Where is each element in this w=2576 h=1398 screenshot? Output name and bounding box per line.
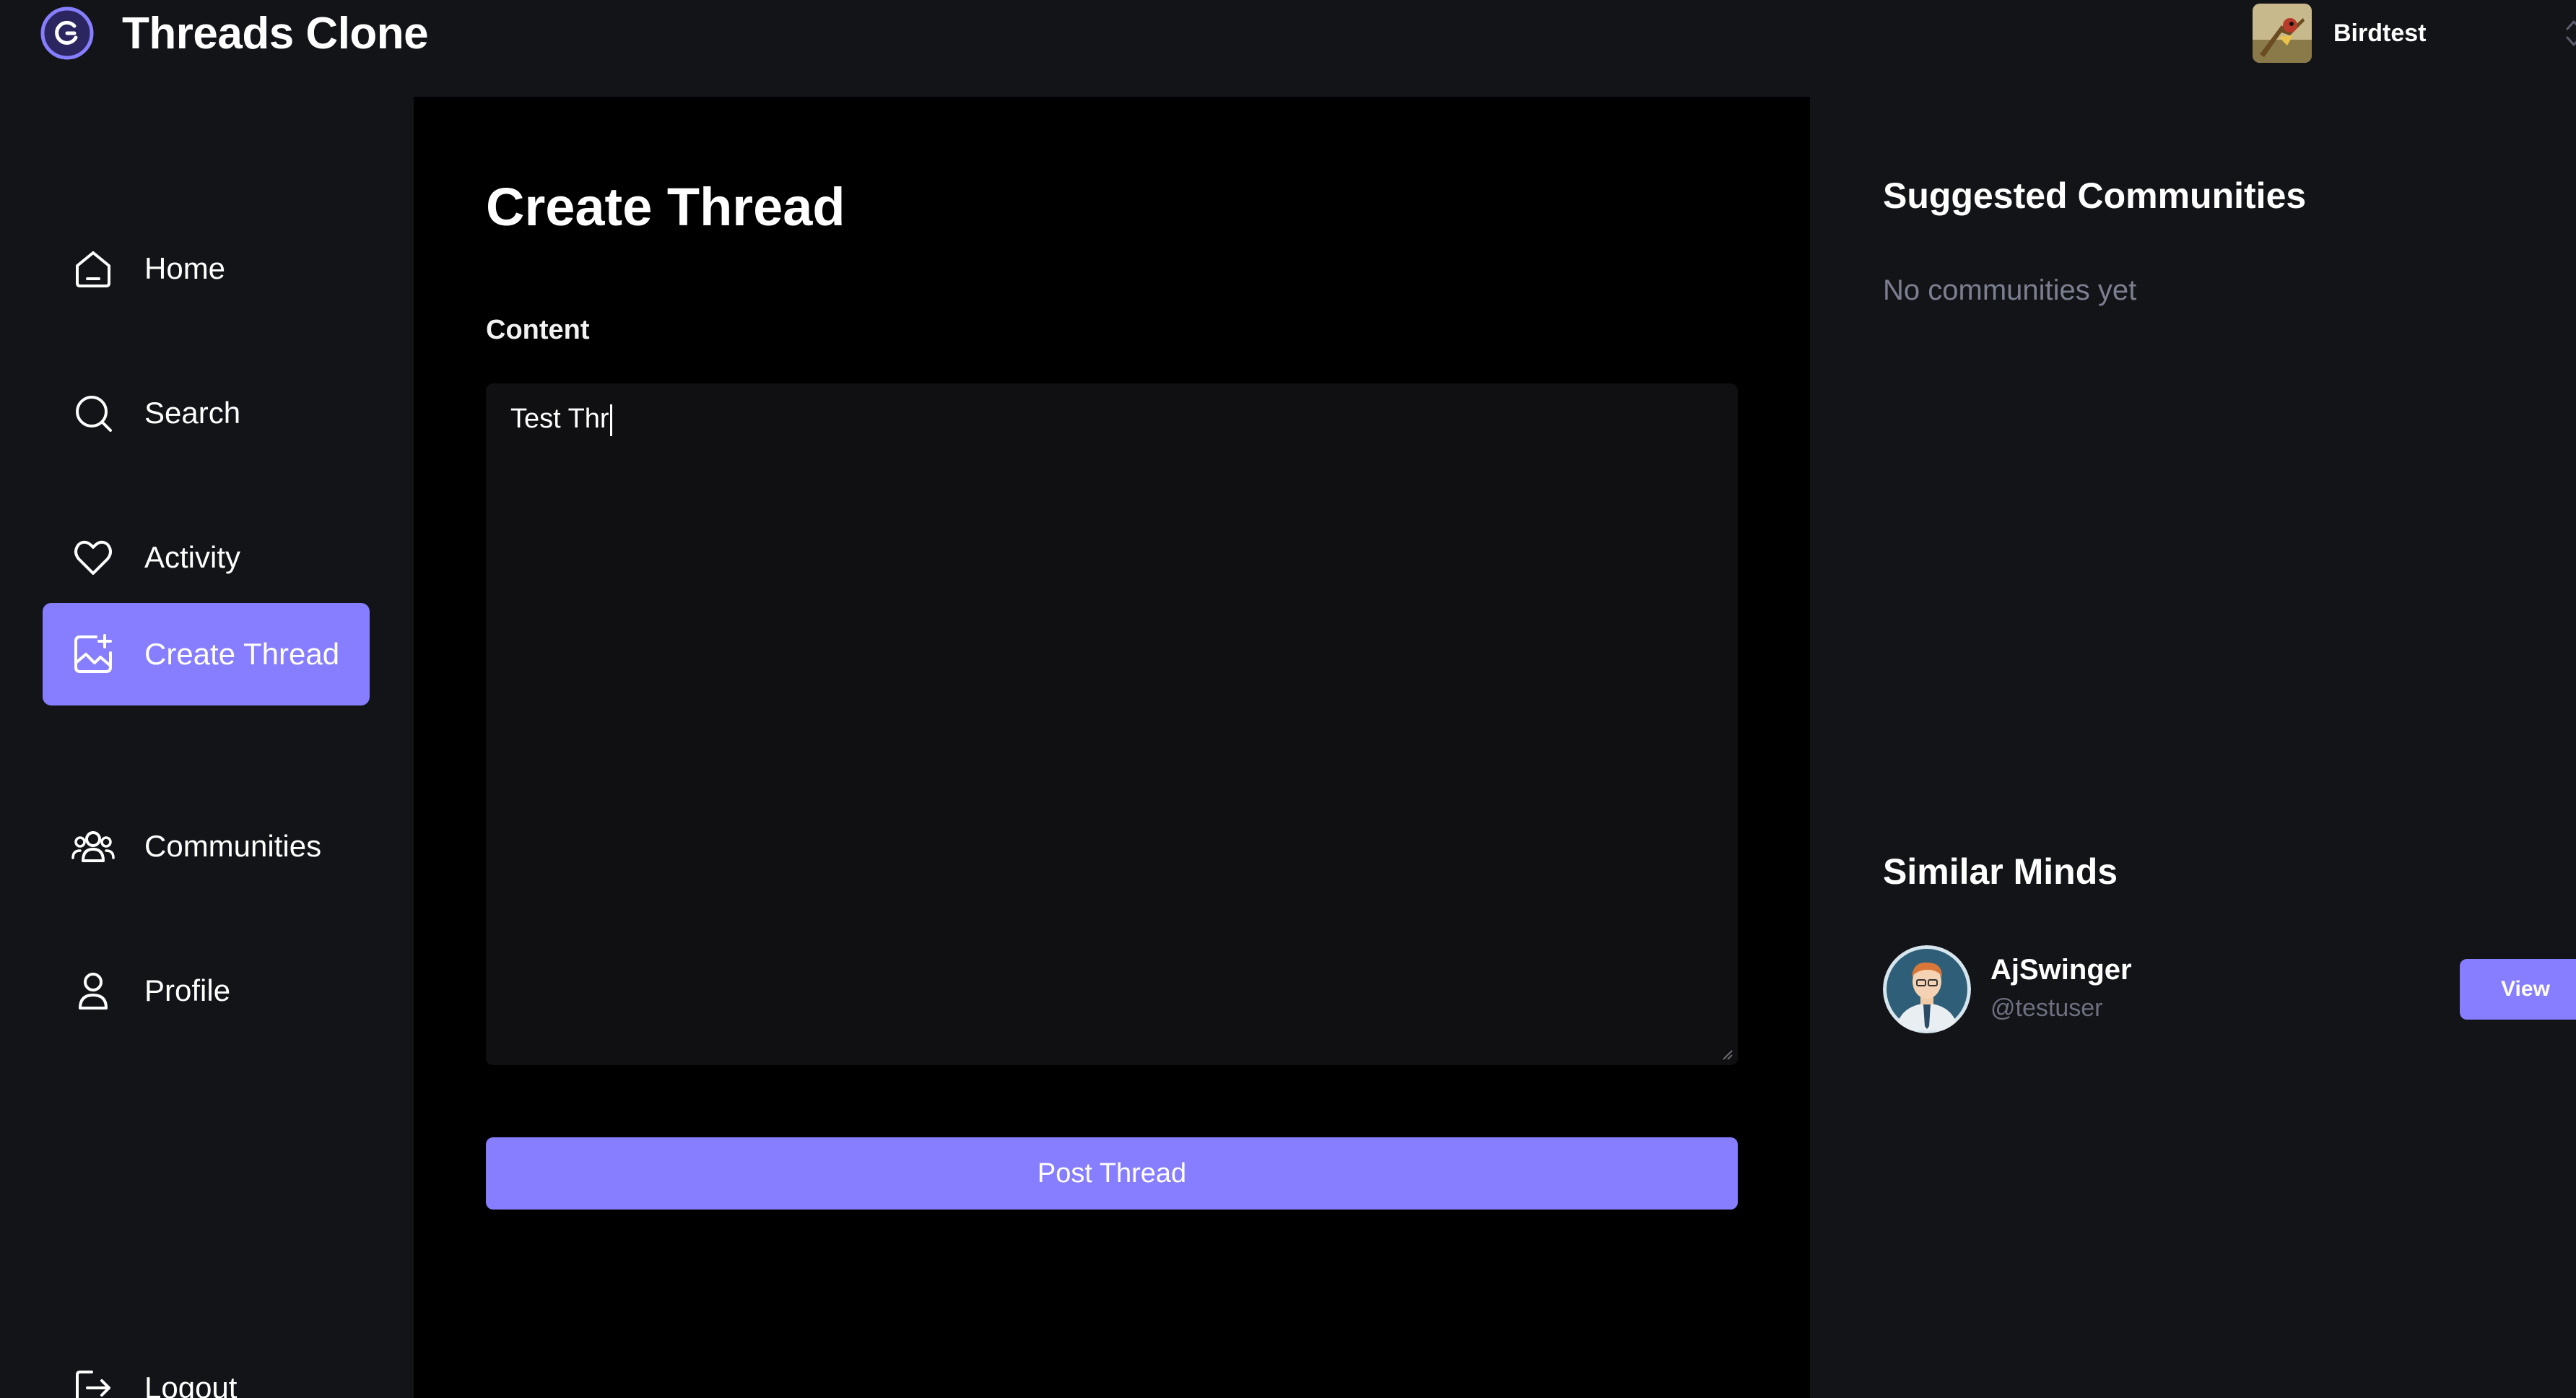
sidebar-item-label: Activity	[144, 540, 241, 574]
user-card: AjSwinger @testuser View	[1883, 945, 2576, 1035]
view-user-button[interactable]: View	[2460, 959, 2576, 1020]
sidebar-item-communities[interactable]: Communities	[43, 795, 370, 898]
home-icon	[76, 251, 110, 287]
topbar: Threads Clone Birdtest	[0, 0, 2576, 97]
similar-minds-title: Similar Minds	[1883, 851, 2118, 892]
sidebar-item-home[interactable]: Home	[43, 217, 370, 320]
user-name: AjSwinger	[1990, 954, 2132, 986]
logout-icon	[76, 1371, 110, 1398]
sidebar-item-label: Search	[144, 396, 241, 430]
user-handle: @testuser	[1990, 994, 2103, 1022]
users-icon	[71, 831, 115, 862]
post-thread-button[interactable]: Post Thread	[486, 1137, 1738, 1210]
search-icon	[76, 396, 112, 432]
sidebar-item-label: Profile	[144, 973, 231, 1007]
sidebar-item-activity[interactable]: Activity	[43, 506, 370, 609]
image-plus-icon	[74, 634, 112, 673]
user-icon	[79, 973, 108, 1010]
chevron-up-down-icon[interactable]	[2563, 14, 2576, 52]
app-title: Threads Clone	[122, 8, 429, 58]
account-switcher[interactable]: Birdtest	[2253, 3, 2576, 64]
text-caret	[609, 404, 612, 436]
content-label: Content	[486, 315, 590, 345]
logout-label: Logout	[144, 1371, 238, 1398]
bird-avatar-image	[2253, 4, 2312, 63]
account-name: Birdtest	[2333, 19, 2427, 47]
sidebar-item-label: Create Thread	[144, 637, 340, 671]
sidebar-item-create-thread[interactable]: Create Thread	[43, 603, 370, 705]
main-content: Create Thread Content Test Thr Post Thre…	[414, 97, 1810, 1398]
threads-logo-icon	[40, 6, 94, 60]
suggested-communities-title: Suggested Communities	[1883, 175, 2307, 216]
page-title: Create Thread	[486, 177, 845, 237]
account-avatar	[2253, 4, 2312, 63]
brand[interactable]: Threads Clone	[40, 4, 429, 62]
left-sidebar: Home Search Activity Create Thread Commu…	[0, 97, 414, 1398]
sidebar-item-label: Home	[144, 251, 226, 285]
app-root: Threads Clone Birdtest Home Search Activ…	[0, 0, 2576, 1398]
sidebar-item-search[interactable]: Search	[43, 362, 370, 464]
suggested-communities-empty: No communities yet	[1883, 274, 2137, 306]
right-sidebar: Suggested Communities No communities yet…	[1810, 97, 2576, 1398]
logout-button[interactable]: Logout	[43, 1337, 370, 1398]
content-textarea[interactable]: Test Thr	[486, 383, 1738, 1065]
heart-icon	[74, 540, 112, 575]
sidebar-item-profile[interactable]: Profile	[43, 939, 370, 1042]
sidebar-item-label: Communities	[144, 829, 322, 863]
person-avatar-image	[1883, 945, 1971, 1033]
content-text: Test Thr	[510, 404, 609, 434]
user-avatar[interactable]	[1883, 945, 1971, 1033]
resize-handle-icon[interactable]	[1720, 1048, 1733, 1061]
